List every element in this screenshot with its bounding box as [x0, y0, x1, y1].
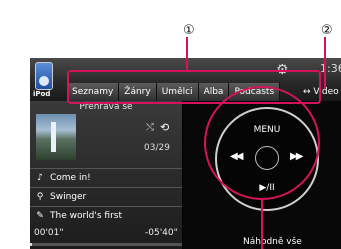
time-elapsed: 00'01"	[34, 228, 64, 238]
person-icon: ⚲	[36, 192, 44, 202]
ipod-icon[interactable]	[35, 62, 53, 90]
progress-bar[interactable]	[30, 243, 182, 246]
wheel-pointer-line	[261, 198, 263, 249]
source-label: iPod	[33, 90, 51, 98]
shuffle-all-button[interactable]: Náhodně vše	[243, 237, 302, 247]
artist-name: Swinger	[50, 192, 87, 202]
repeat-icon[interactable]: ⟲	[160, 122, 169, 133]
now-playing-panel: Přehrává se ⤭ ⟲ 03/29 ♪ Come in! ⚲ Swinger…	[30, 101, 183, 249]
music-note-icon: ♪	[37, 173, 43, 183]
album-name: The world's first	[50, 211, 122, 221]
album-art	[36, 114, 76, 160]
song-row: ♪ Come in!	[30, 168, 182, 187]
album-row: ✎ The world's first	[30, 206, 182, 225]
track-count: 03/29	[144, 143, 170, 153]
shuffle-icon[interactable]: ⤭	[146, 123, 154, 133]
callout-2-line	[324, 37, 326, 89]
time-remaining: -05'40"	[145, 228, 178, 238]
song-title: Come in!	[50, 173, 91, 183]
callout-2: ②	[321, 23, 333, 38]
callout-1: ①	[183, 23, 195, 38]
album-icon: ✎	[36, 211, 44, 221]
callout-1-line	[186, 37, 188, 71]
wheel-highlight	[204, 86, 320, 200]
progress-fill	[30, 243, 32, 246]
artist-row: ⚲ Swinger	[30, 187, 182, 206]
